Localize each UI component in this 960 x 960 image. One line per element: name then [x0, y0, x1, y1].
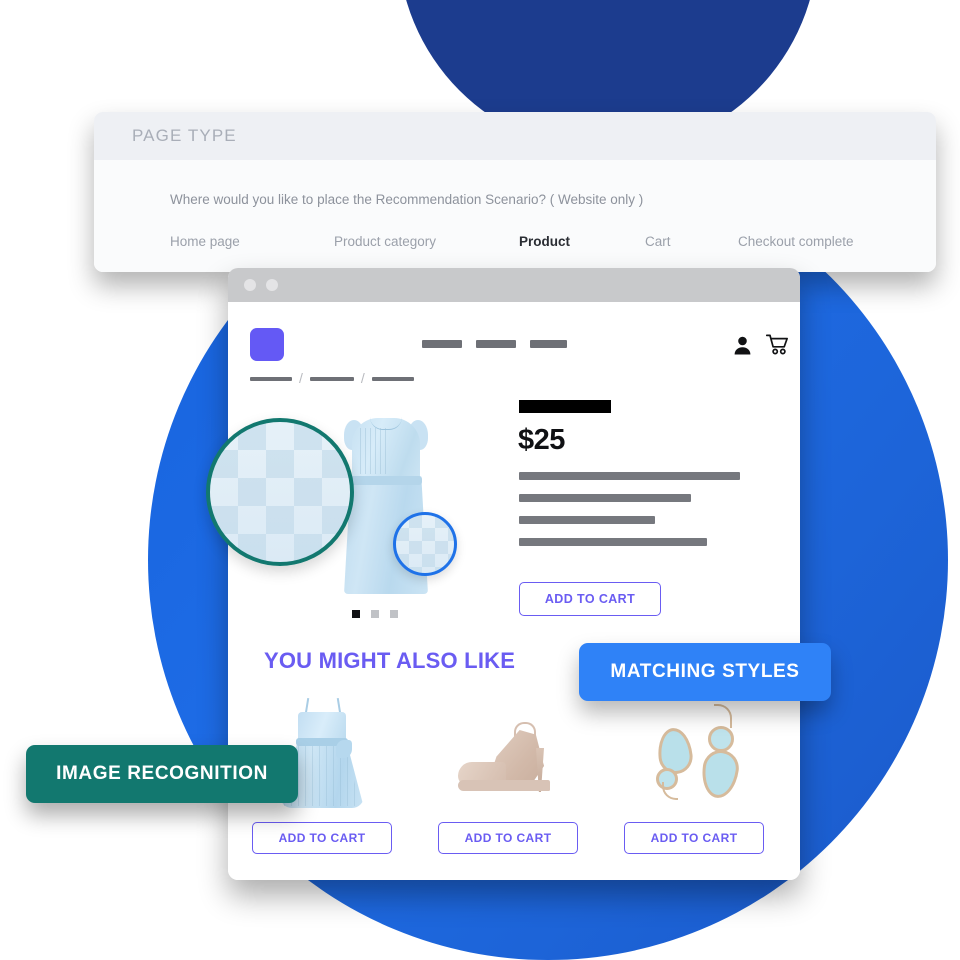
page-type-tab-list: Home page Product category Product Cart … [170, 234, 900, 249]
description-line [519, 494, 691, 502]
description-line [519, 538, 707, 546]
earring-teardrop-lower [698, 747, 742, 801]
badge-matching-styles: MATCHING STYLES [579, 643, 831, 701]
page-type-panel-body: Where would you like to place the Recomm… [94, 160, 936, 272]
nav-placeholder[interactable] [530, 340, 567, 348]
magnifier-circle-blue-icon [393, 512, 457, 576]
breadcrumb-separator: / [299, 370, 303, 386]
earring-hook-right [714, 704, 732, 728]
earring-round-top [708, 726, 734, 752]
earring-hook-left [662, 782, 678, 800]
badge-image-recognition: IMAGE RECOGNITION [26, 745, 298, 803]
breadcrumb-placeholder[interactable] [250, 377, 292, 381]
carousel-dot[interactable] [371, 610, 379, 618]
tab-checkout-complete[interactable]: Checkout complete [738, 234, 898, 249]
illustration-stage: PAGE TYPE Where would you like to place … [0, 0, 960, 960]
tab-cart[interactable]: Cart [645, 234, 738, 249]
breadcrumb-placeholder[interactable] [309, 377, 354, 381]
recommendation-card-earrings[interactable]: ADD TO CART [620, 694, 768, 854]
nav-placeholder[interactable] [422, 340, 462, 348]
window-dot-icon[interactable] [244, 279, 256, 291]
add-to-cart-button[interactable]: ADD TO CART [438, 822, 578, 854]
dress-waistband [350, 476, 422, 485]
site-logo-icon[interactable] [250, 328, 284, 361]
add-to-cart-button[interactable]: ADD TO CART [252, 822, 392, 854]
product-title-placeholder [519, 400, 611, 413]
page-type-panel: PAGE TYPE Where would you like to place … [94, 112, 936, 272]
page-title: PAGE TYPE [132, 126, 237, 145]
carousel-dot[interactable] [352, 610, 360, 618]
carousel-dot[interactable] [390, 610, 398, 618]
description-line [519, 472, 740, 480]
tab-product[interactable]: Product [519, 234, 645, 249]
tab-product-category[interactable]: Product category [334, 234, 519, 249]
shopping-cart-icon[interactable] [766, 334, 789, 355]
breadcrumb-separator: / [360, 370, 365, 386]
site-nav [422, 340, 567, 348]
recommendations-grid: ADD TO CART ADD TO CART ADD TO CART [248, 694, 768, 854]
add-to-cart-button[interactable]: ADD TO CART [519, 582, 661, 616]
breadcrumb: / / [250, 370, 414, 386]
user-icon[interactable] [733, 335, 752, 355]
shoe-sole [458, 780, 550, 791]
dress-pleats [360, 428, 390, 474]
site-header-icons [733, 334, 789, 355]
browser-chrome-bar [228, 268, 800, 302]
page-type-question: Where would you like to place the Recomm… [170, 192, 644, 207]
recommendations-heading: YOU MIGHT ALSO LIKE [264, 648, 516, 673]
image-carousel-dots [352, 610, 398, 618]
add-to-cart-button[interactable]: ADD TO CART [624, 822, 764, 854]
window-dot-icon[interactable] [266, 279, 278, 291]
recommendation-card-shoe[interactable]: ADD TO CART [434, 694, 582, 854]
product-description-placeholder [519, 472, 740, 560]
tab-home-page[interactable]: Home page [170, 234, 334, 249]
product-price: $25 [518, 424, 565, 456]
dress-bow [336, 740, 352, 758]
earrings-thumbnail[interactable] [628, 694, 760, 810]
breadcrumb-placeholder[interactable] [371, 377, 414, 381]
high-heel-thumbnail[interactable] [442, 694, 574, 810]
description-line [519, 516, 655, 524]
magnifier-circle-teal-icon [206, 418, 354, 566]
nav-placeholder[interactable] [476, 340, 516, 348]
page-type-panel-header: PAGE TYPE [94, 112, 936, 160]
